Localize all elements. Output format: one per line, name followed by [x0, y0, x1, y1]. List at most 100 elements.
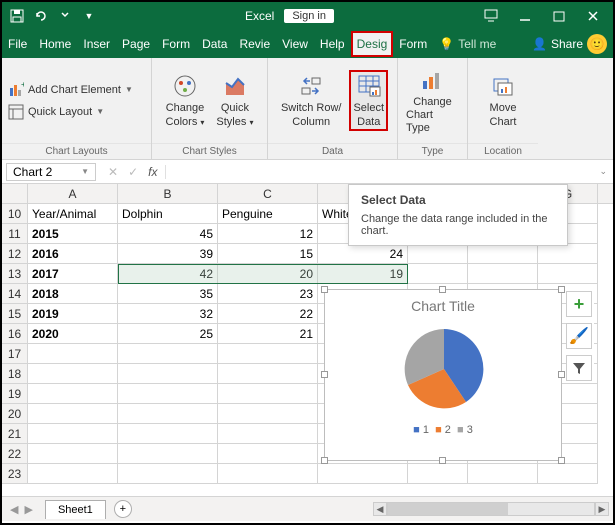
tab-page-layout[interactable]: Page — [116, 31, 156, 57]
cell[interactable] — [118, 384, 218, 404]
cell[interactable]: 45 — [118, 224, 218, 244]
cell[interactable]: 19 — [318, 264, 408, 284]
close-button[interactable] — [577, 4, 609, 28]
minimize-button[interactable] — [509, 4, 541, 28]
cell[interactable] — [28, 384, 118, 404]
row-header[interactable]: 22 — [2, 444, 28, 464]
worksheet[interactable]: A B C D E F G 10Year/AnimalDolphinPengui… — [2, 184, 613, 496]
column-header[interactable]: B — [118, 184, 218, 203]
cell[interactable] — [118, 404, 218, 424]
row-header[interactable]: 14 — [2, 284, 28, 304]
tab-data[interactable]: Data — [196, 31, 233, 57]
cell[interactable] — [118, 444, 218, 464]
chart-elements-button[interactable]: + — [566, 291, 592, 317]
cell[interactable] — [218, 364, 318, 384]
cell[interactable] — [28, 344, 118, 364]
cell[interactable] — [218, 444, 318, 464]
feedback-icon[interactable]: 🙂 — [587, 34, 607, 54]
row-header[interactable]: 19 — [2, 384, 28, 404]
cell[interactable] — [468, 244, 538, 264]
cell[interactable] — [408, 244, 468, 264]
column-header[interactable]: A — [28, 184, 118, 203]
tab-file[interactable]: File — [2, 31, 33, 57]
row-header[interactable]: 20 — [2, 404, 28, 424]
select-data-button[interactable]: Select Data — [349, 70, 388, 130]
quick-styles-button[interactable]: Quick Styles ▾ — [212, 70, 257, 130]
cell[interactable]: 2020 — [28, 324, 118, 344]
cell[interactable]: 20 — [218, 264, 318, 284]
new-sheet-button[interactable]: + — [114, 500, 132, 518]
maximize-button[interactable] — [543, 4, 575, 28]
cell[interactable] — [218, 344, 318, 364]
embedded-chart[interactable]: Chart Title ■ 1 ■ 2 ■ 3 — [324, 289, 562, 461]
cell[interactable] — [118, 344, 218, 364]
switch-row-column-button[interactable]: Switch Row/ Column — [277, 70, 346, 130]
cell[interactable]: 21 — [218, 324, 318, 344]
cell[interactable]: 25 — [118, 324, 218, 344]
cell[interactable] — [118, 464, 218, 484]
add-chart-element-button[interactable]: + Add Chart Element ▼ — [6, 80, 135, 100]
fx-icon[interactable]: fx — [148, 165, 157, 179]
cell[interactable]: 24 — [318, 244, 408, 264]
change-chart-type-button[interactable]: Change Chart Type — [402, 64, 463, 138]
scroll-left-icon[interactable]: ◀ — [373, 502, 387, 516]
cell[interactable] — [118, 424, 218, 444]
cell[interactable]: Penguine — [218, 204, 318, 224]
redo-icon[interactable] — [56, 7, 74, 25]
cell[interactable]: 15 — [218, 244, 318, 264]
sheet-tab[interactable]: Sheet1 — [45, 500, 106, 519]
cell[interactable]: 22 — [218, 304, 318, 324]
row-header[interactable]: 17 — [2, 344, 28, 364]
tab-review[interactable]: Revie — [233, 31, 276, 57]
cell[interactable] — [28, 464, 118, 484]
chart-filters-button[interactable] — [566, 355, 592, 381]
enter-icon[interactable]: ✓ — [128, 165, 138, 179]
ribbon-options-icon[interactable] — [475, 4, 507, 28]
cell[interactable] — [28, 404, 118, 424]
cell[interactable]: 39 — [118, 244, 218, 264]
cell[interactable] — [28, 444, 118, 464]
cell[interactable] — [28, 424, 118, 444]
tab-help[interactable]: Help — [314, 31, 351, 57]
cell[interactable]: 2017 — [28, 264, 118, 284]
cell[interactable] — [28, 364, 118, 384]
sheet-nav-prev[interactable]: ◀ — [10, 503, 18, 516]
cell[interactable]: 23 — [218, 284, 318, 304]
cell[interactable] — [218, 424, 318, 444]
cell[interactable]: 2019 — [28, 304, 118, 324]
save-icon[interactable] — [8, 7, 26, 25]
row-header[interactable]: 11 — [2, 224, 28, 244]
cell[interactable] — [118, 364, 218, 384]
tab-formulas[interactable]: Form — [156, 31, 196, 57]
cancel-icon[interactable]: ✕ — [108, 165, 118, 179]
chart-title[interactable]: Chart Title — [325, 290, 561, 314]
cell[interactable] — [218, 384, 318, 404]
change-colors-button[interactable]: Change Colors ▾ — [162, 70, 209, 130]
name-box[interactable]: Chart 2 ▼ — [6, 163, 96, 181]
cell[interactable]: Dolphin — [118, 204, 218, 224]
cell[interactable]: 32 — [118, 304, 218, 324]
tab-view[interactable]: View — [276, 31, 314, 57]
tab-design[interactable]: Desig — [351, 31, 394, 57]
chart-styles-button[interactable]: 🖌️ — [566, 323, 592, 349]
cell[interactable] — [318, 464, 408, 484]
sheet-nav-next[interactable]: ▶ — [24, 503, 32, 516]
row-header[interactable]: 23 — [2, 464, 28, 484]
cell[interactable]: 42 — [118, 264, 218, 284]
cell[interactable] — [218, 464, 318, 484]
quick-layout-button[interactable]: Quick Layout ▼ — [6, 102, 135, 122]
row-header[interactable]: 12 — [2, 244, 28, 264]
row-header[interactable]: 13 — [2, 264, 28, 284]
cell[interactable]: 12 — [218, 224, 318, 244]
cell[interactable]: 2015 — [28, 224, 118, 244]
qat-dropdown-icon[interactable]: ▼ — [80, 7, 98, 25]
cell[interactable] — [468, 464, 538, 484]
move-chart-button[interactable]: Move Chart — [485, 70, 521, 130]
row-header[interactable]: 21 — [2, 424, 28, 444]
row-header[interactable]: 18 — [2, 364, 28, 384]
sign-in-button[interactable]: Sign in — [284, 9, 334, 23]
cell[interactable] — [408, 264, 468, 284]
tab-insert[interactable]: Inser — [77, 31, 116, 57]
cell[interactable]: Year/Animal — [28, 204, 118, 224]
select-all-cell[interactable] — [2, 184, 28, 203]
